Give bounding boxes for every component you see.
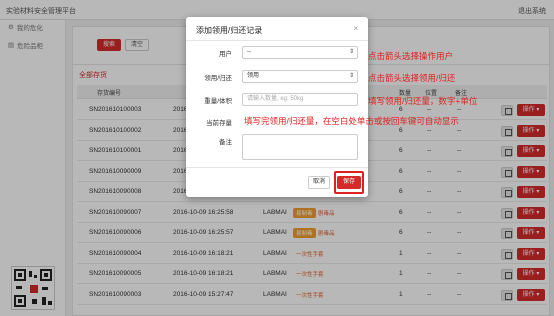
divider — [186, 40, 368, 41]
current-stock-label: 当前存量 — [206, 120, 232, 127]
annotation-autofill: 填写完领用/归还量，在空白处单击或按回车键可自动显示 — [244, 116, 459, 126]
note-label: 备注 — [219, 139, 232, 146]
action-select-value: 领用 — [247, 73, 260, 79]
divider — [186, 167, 368, 168]
chevron-updown-icon: ⇕ — [348, 49, 354, 55]
note-textarea[interactable] — [242, 134, 358, 160]
user-select[interactable]: -- ⇕ — [242, 46, 358, 59]
close-icon[interactable]: × — [353, 24, 358, 33]
user-label: 用户 — [219, 51, 232, 58]
dialog-title: 添加领用/归还记录 — [196, 26, 263, 35]
user-select-value: -- — [247, 49, 251, 55]
cancel-button[interactable]: 取消 — [308, 176, 330, 189]
annotation-quantity: 填写领用/归还量，数字+单位 — [368, 96, 478, 106]
action-select[interactable]: 领用 ⇕ — [242, 70, 358, 83]
quantity-label: 重量/体积 — [204, 98, 232, 105]
annotation-user: 点击箭头选择操作用户 — [368, 51, 454, 61]
chevron-updown-icon: ⇕ — [348, 73, 354, 79]
add-record-dialog: 添加领用/归还记录 × 用户 -- ⇕ 领用/归还 领用 ⇕ 重量/体积 请输入… — [186, 17, 368, 197]
action-label: 领用/归还 — [204, 75, 232, 82]
save-button[interactable]: 保存 — [337, 176, 361, 189]
annotation-action: 点击箭头选择领用/归还 — [368, 73, 456, 83]
quantity-input[interactable]: 请输入数量, eg: 50kg — [242, 93, 358, 106]
